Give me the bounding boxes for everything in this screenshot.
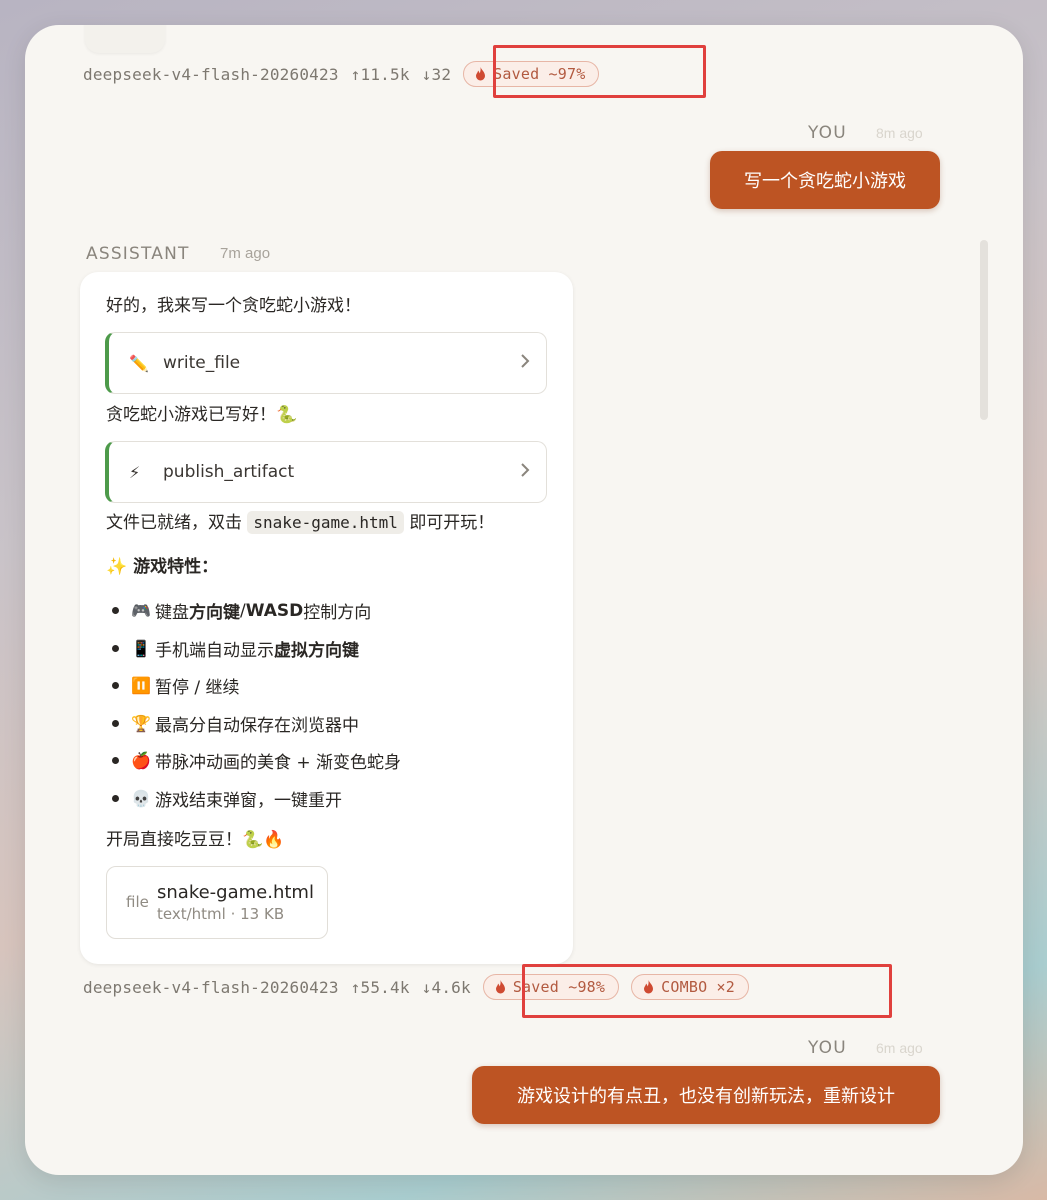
tokens-out: ↓32 bbox=[421, 64, 452, 84]
bullet bbox=[112, 757, 119, 765]
list-item: 📱 手机端自动显示 虚拟方向键 bbox=[106, 630, 401, 668]
bullet bbox=[112, 682, 119, 690]
assistant-intro: 好的，我来写一个贪吃蛇小游戏！ bbox=[106, 296, 361, 316]
user-message-bubble: 写一个贪吃蛇小游戏 bbox=[710, 151, 940, 209]
bullet bbox=[112, 644, 119, 652]
bullet bbox=[112, 607, 119, 615]
feature-bold: 方向键 bbox=[189, 603, 240, 624]
feature-text: 最高分自动保存在浏览器中 bbox=[155, 715, 359, 736]
tool-call-publish-artifact[interactable]: ⚡ publish_artifact bbox=[105, 441, 547, 503]
feature-text: 控制方向 bbox=[303, 603, 372, 624]
assistant-after-tool-1: 贪吃蛇小游戏已写好！🐍 bbox=[106, 405, 298, 425]
assistant-ready-line: 文件已就绪，双击 snake-game.html 即可开玩！ bbox=[106, 508, 495, 534]
user-message-bubble: 游戏设计的有点丑，也没有创新玩法，重新设计 bbox=[472, 1066, 940, 1124]
chevron-right-icon bbox=[521, 354, 530, 368]
feature-list: 🎮 键盘 方向键 / WASD 控制方向 📱 手机端自动显示 虚拟方向键 ⏸️ … bbox=[106, 592, 401, 817]
feature-text: 手机端自动显示 bbox=[155, 640, 274, 661]
chat-window: deepseek-v4-flash-20260423 ↑11.5k ↓32 Sa… bbox=[25, 25, 1023, 1175]
file-meta: text/html · 13 KB bbox=[157, 905, 285, 923]
tokens-out: ↓4.6k bbox=[421, 977, 471, 997]
feature-text: 带脉冲动画的美食 + 渐变色蛇身 bbox=[155, 753, 402, 774]
list-item: 💀 游戏结束弹窗，一键重开 bbox=[106, 780, 401, 818]
lightning-icon: ⚡ bbox=[129, 462, 141, 482]
gamepad-icon: 🎮 bbox=[131, 601, 151, 621]
tool-name: write_file bbox=[163, 353, 241, 373]
model-name: deepseek-v4-flash-20260423 bbox=[83, 977, 339, 997]
feature-text: 暂停 / 继续 bbox=[155, 678, 240, 699]
file-type-label: file bbox=[126, 893, 149, 911]
chevron-right-icon bbox=[521, 463, 530, 477]
assistant-message-card: 好的，我来写一个贪吃蛇小游戏！ ✏️ write_file 贪吃蛇小游戏已写好！… bbox=[80, 272, 573, 964]
model-name: deepseek-v4-flash-20260423 bbox=[83, 64, 339, 84]
highlight-box-1 bbox=[493, 45, 706, 98]
skull-icon: 💀 bbox=[131, 788, 151, 808]
list-item: 🎮 键盘 方向键 / WASD 控制方向 bbox=[106, 592, 401, 630]
tool-call-write-file[interactable]: ✏️ write_file bbox=[105, 332, 547, 394]
bullet bbox=[112, 719, 119, 727]
tool-name: publish_artifact bbox=[163, 462, 295, 482]
list-item: ⏸️ 暂停 / 继续 bbox=[106, 667, 401, 705]
user-time: 6m ago bbox=[876, 1040, 923, 1056]
inline-code-filename: snake-game.html bbox=[247, 511, 404, 534]
user-time: 8m ago bbox=[876, 125, 923, 141]
user-role-label: YOU bbox=[808, 123, 847, 143]
previous-message-stub bbox=[85, 25, 165, 53]
pause-icon: ⏸️ bbox=[131, 676, 151, 696]
assistant-time: 7m ago bbox=[220, 245, 271, 262]
scrollbar[interactable] bbox=[980, 240, 988, 420]
flame-icon bbox=[495, 980, 505, 994]
feature-bold: WASD bbox=[245, 600, 304, 621]
file-attachment[interactable]: file snake-game.html text/html · 13 KB bbox=[106, 866, 328, 939]
list-item: 🏆 最高分自动保存在浏览器中 bbox=[106, 705, 401, 743]
user-role-label: YOU bbox=[808, 1038, 847, 1058]
ready-prefix: 文件已就绪，双击 bbox=[106, 513, 242, 533]
apple-icon: 🍎 bbox=[131, 751, 151, 771]
highlight-box-2 bbox=[522, 964, 892, 1018]
features-title: ✨ 游戏特性： bbox=[106, 557, 219, 577]
bullet bbox=[112, 794, 119, 802]
trophy-icon: 🏆 bbox=[131, 713, 151, 733]
file-name: snake-game.html bbox=[157, 882, 314, 903]
feature-bold: 虚拟方向键 bbox=[274, 640, 359, 661]
feature-text: 键盘 bbox=[155, 603, 189, 624]
tokens-in: ↑55.4k bbox=[350, 977, 410, 997]
list-item: 🍎 带脉冲动画的美食 + 渐变色蛇身 bbox=[106, 742, 401, 780]
pencil-icon: ✏️ bbox=[129, 353, 149, 373]
assistant-role-label: ASSISTANT bbox=[86, 244, 190, 264]
flame-icon bbox=[476, 67, 486, 81]
phone-icon: 📱 bbox=[131, 638, 151, 658]
ready-suffix: 即可开玩！ bbox=[409, 513, 495, 533]
tokens-in: ↑11.5k bbox=[350, 64, 410, 84]
feature-text: 游戏结束弹窗，一键重开 bbox=[155, 790, 342, 811]
assistant-outro: 开局直接吃豆豆！🐍🔥 bbox=[106, 830, 285, 850]
